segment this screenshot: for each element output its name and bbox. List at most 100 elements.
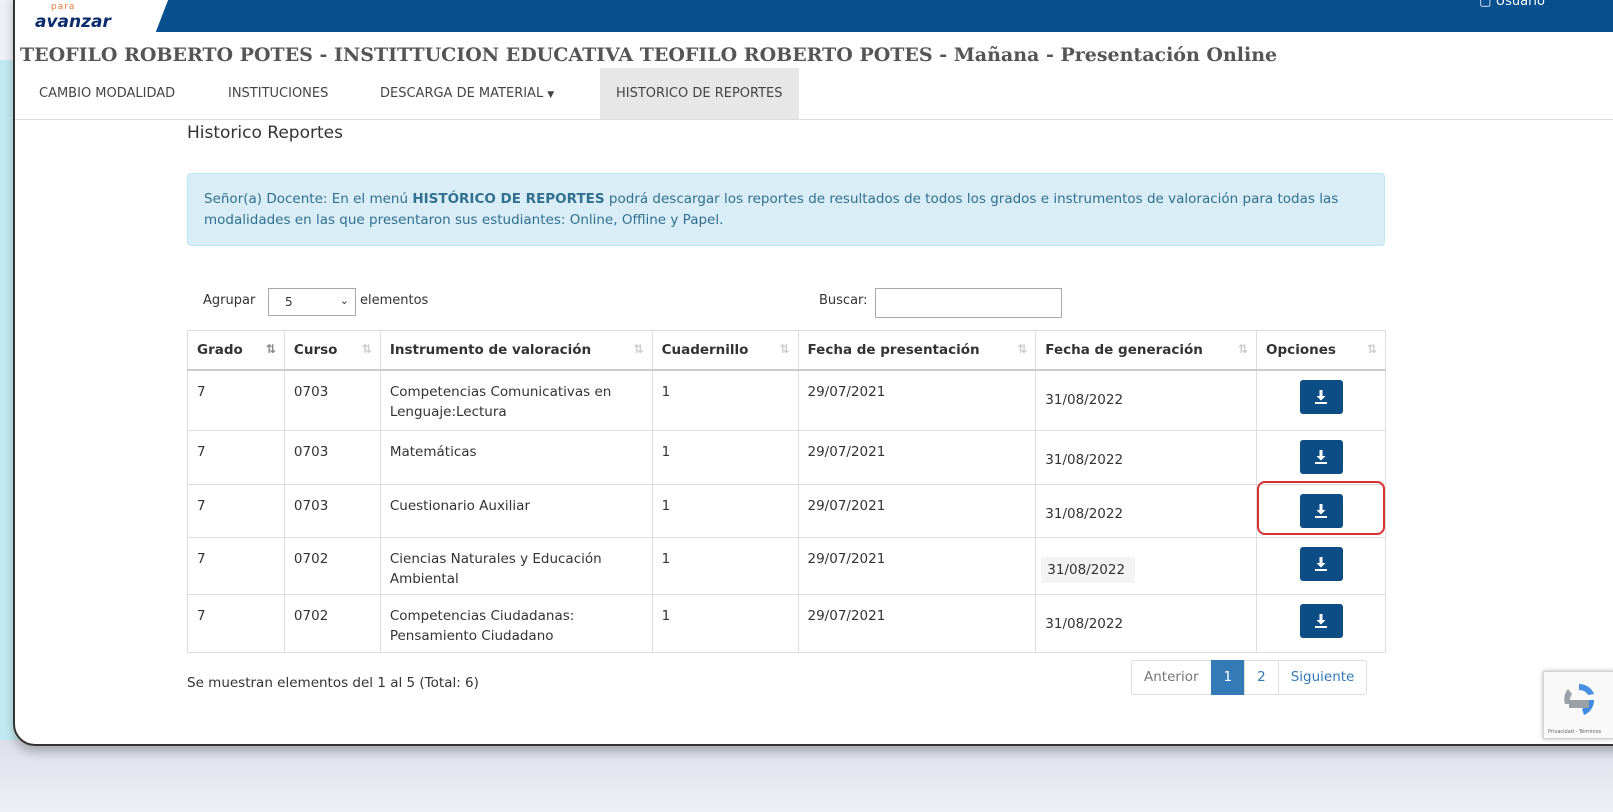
cell-instrumento: Matemáticas (379, 429, 653, 485)
download-icon (1314, 449, 1327, 464)
cell-instrumento: Competencias Ciudadanas: Pensamiento Ciu… (379, 593, 653, 653)
sort-icon: ⇅ (633, 342, 644, 356)
col-header-cuadernillo[interactable]: Cuadernillo ⇅ (651, 330, 799, 371)
info-prefix: Señor(a) Docente: En el menú (204, 191, 413, 207)
nav-descarga-label: DESCARGA DE MATERIAL (380, 86, 544, 101)
info-bold: HISTÓRICO DE REPORTES (412, 191, 605, 207)
nav-instituciones[interactable]: INSTITUCIONES (212, 68, 344, 119)
col-header-instrumento[interactable]: Instrumento de valoración ⇅ (379, 330, 653, 371)
table-row: 7 0703 Matemáticas 1 29/07/2021 31/08/20… (187, 429, 1386, 485)
download-button[interactable] (1299, 380, 1343, 414)
cell-fecha-generacion: 31/08/2022 (1035, 483, 1258, 538)
pagination-previous[interactable]: Anterior (1131, 660, 1212, 695)
cell-cuadernillo: 1 (651, 536, 799, 595)
cell-opciones (1256, 429, 1386, 485)
cell-grado: 7 (187, 536, 285, 595)
sort-icon: ⇅ (1017, 342, 1028, 356)
download-icon (1314, 556, 1327, 571)
logo[interactable]: para avanzar (15, 0, 175, 32)
cell-cuadernillo: 1 (651, 429, 799, 485)
cell-opciones (1256, 536, 1386, 595)
cell-cuadernillo: 1 (651, 369, 799, 431)
logo-small-text: para (51, 2, 76, 12)
col-header-grado[interactable]: Grado ⇅ (187, 330, 285, 371)
nav-historico-reportes[interactable]: HISTORICO DE REPORTES (600, 68, 799, 119)
info-alert: Señor(a) Docente: En el menú HISTÓRICO D… (187, 173, 1385, 246)
download-icon (1314, 613, 1327, 628)
sort-icon: ⇅ (1366, 342, 1377, 356)
cell-curso: 0702 (283, 536, 381, 595)
cell-grado: 7 (187, 593, 285, 653)
col-header-fecha-presentacion[interactable]: Fecha de presentación ⇅ (797, 330, 1037, 371)
main-nav: CAMBIO MODALIDAD INSTITUCIONES DESCARGA … (15, 68, 1613, 119)
cell-instrumento: Ciencias Naturales y Educación Ambiental (379, 536, 653, 595)
cell-instrumento: Cuestionario Auxiliar (379, 483, 653, 538)
table-row: 7 0702 Ciencias Naturales y Educación Am… (187, 536, 1386, 595)
page-title: TEOFILO ROBERTO POTES - INSTITTUCION EDU… (20, 44, 1278, 66)
download-button[interactable] (1299, 603, 1343, 638)
download-button[interactable] (1299, 439, 1343, 474)
logo-text: avanzar (35, 12, 111, 32)
cell-fecha-presentacion: 29/07/2021 (797, 369, 1037, 431)
cell-fecha-presentacion: 29/07/2021 (797, 429, 1037, 485)
cell-fecha-presentacion: 29/07/2021 (797, 593, 1037, 653)
top-bar: para avanzar ▢ Usuario (15, 0, 1613, 32)
sort-icon: ⇅ (779, 342, 790, 356)
cell-fecha-generacion-text: 31/08/2022 (1041, 556, 1136, 583)
table-header-row: Grado ⇅ Curso ⇅ Instrumento de valoración ⇅… (187, 330, 1386, 371)
highlight-annotation (1257, 481, 1385, 535)
page-length-value: 5 (285, 295, 293, 309)
nav-descarga-material[interactable]: DESCARGA DE MATERIAL ▼ (364, 68, 570, 119)
group-label: Agrupar (203, 293, 256, 308)
cell-fecha-presentacion: 29/07/2021 (797, 483, 1037, 538)
recaptcha-text[interactable]: Privacidad - Términos (1548, 729, 1601, 735)
cell-instrumento: Competencias Comunicativas en Lenguaje:L… (379, 369, 653, 431)
page-length-select[interactable]: 5 ⌄ (268, 288, 356, 316)
cell-grado: 7 (187, 369, 285, 431)
nav-divider (15, 119, 1613, 120)
user-menu[interactable]: ▢ Usuario (1479, 0, 1545, 9)
cell-fecha-generacion: 31/08/2022 (1035, 369, 1258, 431)
nav-cambio-modalidad[interactable]: CAMBIO MODALIDAD (23, 68, 191, 119)
cell-fecha-generacion: 31/08/2022 (1035, 593, 1258, 653)
elements-label: elementos (360, 293, 429, 308)
cell-opciones (1256, 369, 1386, 431)
cell-fecha-presentacion: 29/07/2021 (797, 536, 1037, 595)
pagination-page-1[interactable]: 1 (1210, 660, 1246, 695)
cell-cuadernillo: 1 (651, 593, 799, 653)
user-icon: ▢ (1479, 0, 1496, 9)
caret-down-icon: ▼ (547, 90, 555, 100)
user-label: Usuario (1495, 0, 1545, 9)
sort-icon: ⇅ (361, 342, 372, 356)
download-icon (1314, 390, 1327, 404)
cell-fecha-generacion: 31/08/2022 (1035, 429, 1258, 485)
section-title: Historico Reportes (187, 123, 343, 143)
pagination: Anterior 1 2 Siguiente (1131, 660, 1368, 695)
col-header-fecha-generacion[interactable]: Fecha de generación ⇅ (1035, 330, 1258, 371)
recaptcha-badge[interactable]: Privacidad - Términos (1543, 671, 1613, 739)
cell-grado: 7 (187, 483, 285, 538)
cell-cuadernillo: 1 (651, 483, 799, 538)
cell-grado: 7 (187, 429, 285, 485)
col-header-curso[interactable]: Curso ⇅ (283, 330, 381, 371)
pagination-next[interactable]: Siguiente (1277, 660, 1368, 695)
pagination-page-2[interactable]: 2 (1244, 660, 1279, 695)
cell-opciones (1256, 593, 1386, 653)
table-row: 7 0703 Cuestionario Auxiliar 1 29/07/202… (187, 483, 1386, 538)
table-row: 7 0702 Competencias Ciudadanas: Pensamie… (187, 593, 1386, 653)
chevron-down-icon: ⌄ (339, 294, 349, 307)
cell-curso: 0703 (283, 369, 381, 431)
sort-asc-icon: ⇅ (265, 342, 276, 356)
download-button[interactable] (1299, 546, 1343, 581)
cell-fecha-generacion: 31/08/2022 (1035, 536, 1258, 595)
search-input[interactable] (875, 288, 1062, 318)
reports-table: Grado ⇅ Curso ⇅ Instrumento de valoración ⇅… (187, 330, 1386, 653)
search-label: Buscar: (819, 293, 868, 308)
sort-icon: ⇅ (1237, 342, 1249, 356)
background-bottom (0, 740, 1613, 812)
col-header-opciones[interactable]: Opciones ⇅ (1256, 330, 1386, 371)
browser-window: para avanzar ▢ Usuario TEOFILO ROBERTO P… (13, 0, 1613, 746)
cell-curso: 0703 (283, 483, 381, 538)
table-info: Se muestran elementos del 1 al 5 (Total:… (187, 675, 479, 691)
cell-curso: 0703 (283, 429, 381, 485)
